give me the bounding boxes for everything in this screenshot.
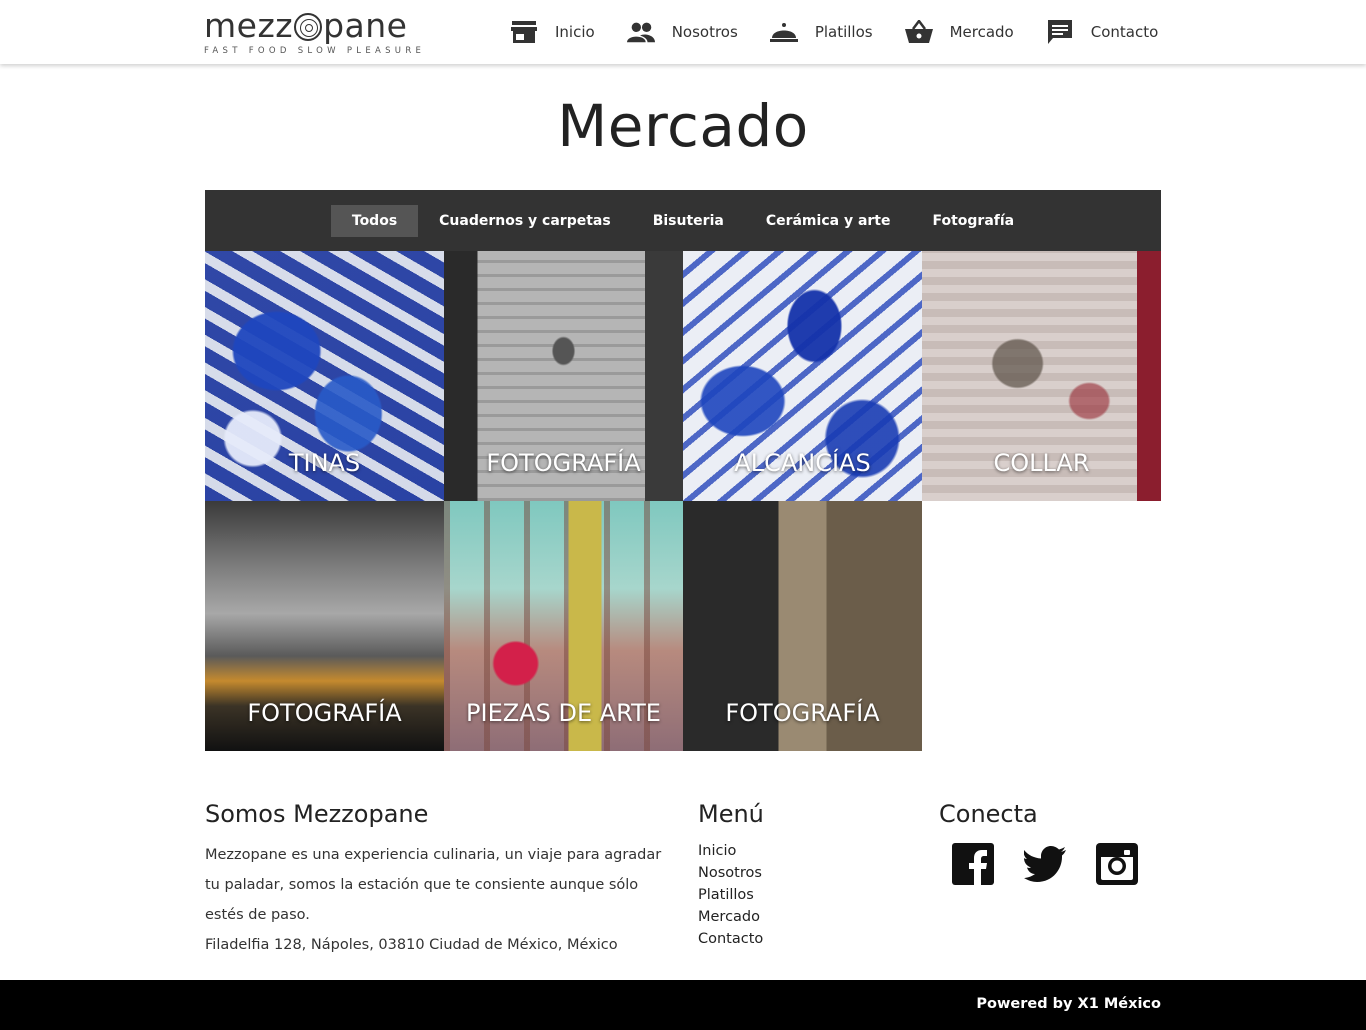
product-label: TINAS	[288, 449, 361, 477]
footer-link-contacto[interactable]: Contacto	[698, 928, 763, 950]
nav-item-platillos[interactable]: Platillos	[769, 0, 873, 64]
connect-heading: Conecta	[939, 800, 1038, 828]
powered-by-link[interactable]: Powered by X1 México	[976, 996, 1161, 1012]
product-label: FOTOGRAFÍA	[247, 699, 402, 727]
product-tile[interactable]: FOTOGRAFÍA	[444, 251, 683, 501]
product-label: FOTOGRAFÍA	[486, 449, 641, 477]
site-header: mezz pane FAST FOOD SLOW PLEASURE Inicio …	[0, 0, 1366, 64]
product-tile[interactable]: COLLAR	[922, 251, 1161, 501]
nav-item-inicio[interactable]: Inicio	[510, 0, 595, 64]
about-heading: Somos Mezzopane	[205, 800, 429, 828]
footer-link-mercado[interactable]: Mercado	[698, 906, 763, 928]
basket-icon	[904, 18, 933, 46]
product-tile[interactable]: FOTOGRAFÍA	[205, 501, 444, 751]
filter-cuadernos[interactable]: Cuadernos y carpetas	[418, 205, 632, 237]
logo[interactable]: mezz pane FAST FOOD SLOW PLEASURE	[204, 6, 426, 58]
product-label: PIEZAS DE ARTE	[466, 699, 661, 727]
bottom-bar: Powered by X1 México	[0, 980, 1366, 1030]
product-tile[interactable]: TINAS	[205, 251, 444, 501]
people-icon	[626, 18, 655, 46]
social-links	[952, 843, 1168, 885]
logo-wordmark: mezz pane	[204, 6, 408, 45]
nav-label: Inicio	[555, 23, 595, 41]
logo-tagline: FAST FOOD SLOW PLEASURE	[204, 46, 426, 56]
product-label: ALCANCÍAS	[734, 449, 871, 477]
logo-ring-icon	[294, 13, 323, 41]
filter-fotografia[interactable]: Fotografía	[911, 205, 1035, 237]
nav-item-contacto[interactable]: Contacto	[1046, 0, 1159, 64]
product-label: COLLAR	[993, 449, 1090, 477]
cloche-icon	[769, 18, 798, 46]
about-text: Mezzopane es una experiencia culinaria, …	[205, 847, 662, 923]
chat-icon	[1046, 18, 1074, 46]
about-section: Mezzopane es una experiencia culinaria, …	[205, 840, 675, 960]
footer-link-platillos[interactable]: Platillos	[698, 884, 763, 906]
nav-label: Mercado	[949, 23, 1014, 41]
twitter-icon[interactable]	[1024, 843, 1066, 885]
main-nav: Inicio Nosotros Platillos Mercado Contac…	[510, 0, 1158, 64]
store-icon	[510, 18, 538, 46]
nav-label: Platillos	[814, 23, 873, 41]
filter-todos[interactable]: Todos	[330, 204, 419, 237]
category-filter-bar: Todos Cuadernos y carpetas Bisuteria Cer…	[205, 190, 1161, 251]
facebook-icon[interactable]	[952, 843, 994, 885]
product-tile[interactable]: PIEZAS DE ARTE	[444, 501, 683, 751]
page-title: Mercado	[557, 92, 809, 160]
address-text: Filadelfia 128, Nápoles, 03810 Ciudad de…	[205, 937, 618, 953]
nav-label: Nosotros	[671, 23, 738, 41]
nav-item-mercado[interactable]: Mercado	[904, 0, 1014, 64]
footer-link-nosotros[interactable]: Nosotros	[698, 862, 763, 884]
instagram-icon[interactable]	[1096, 843, 1138, 885]
product-tile[interactable]: ALCANCÍAS	[683, 251, 922, 501]
filter-bisuteria[interactable]: Bisuteria	[632, 205, 745, 237]
menu-heading: Menú	[698, 800, 764, 828]
product-label: FOTOGRAFÍA	[725, 699, 880, 727]
footer-link-inicio[interactable]: Inicio	[698, 840, 763, 862]
filter-ceramica[interactable]: Cerámica y arte	[745, 205, 912, 237]
nav-item-nosotros[interactable]: Nosotros	[626, 0, 738, 64]
product-tile[interactable]: FOTOGRAFÍA	[683, 501, 922, 751]
footer-menu: Inicio Nosotros Platillos Mercado Contac…	[698, 840, 763, 950]
nav-label: Contacto	[1090, 23, 1159, 41]
